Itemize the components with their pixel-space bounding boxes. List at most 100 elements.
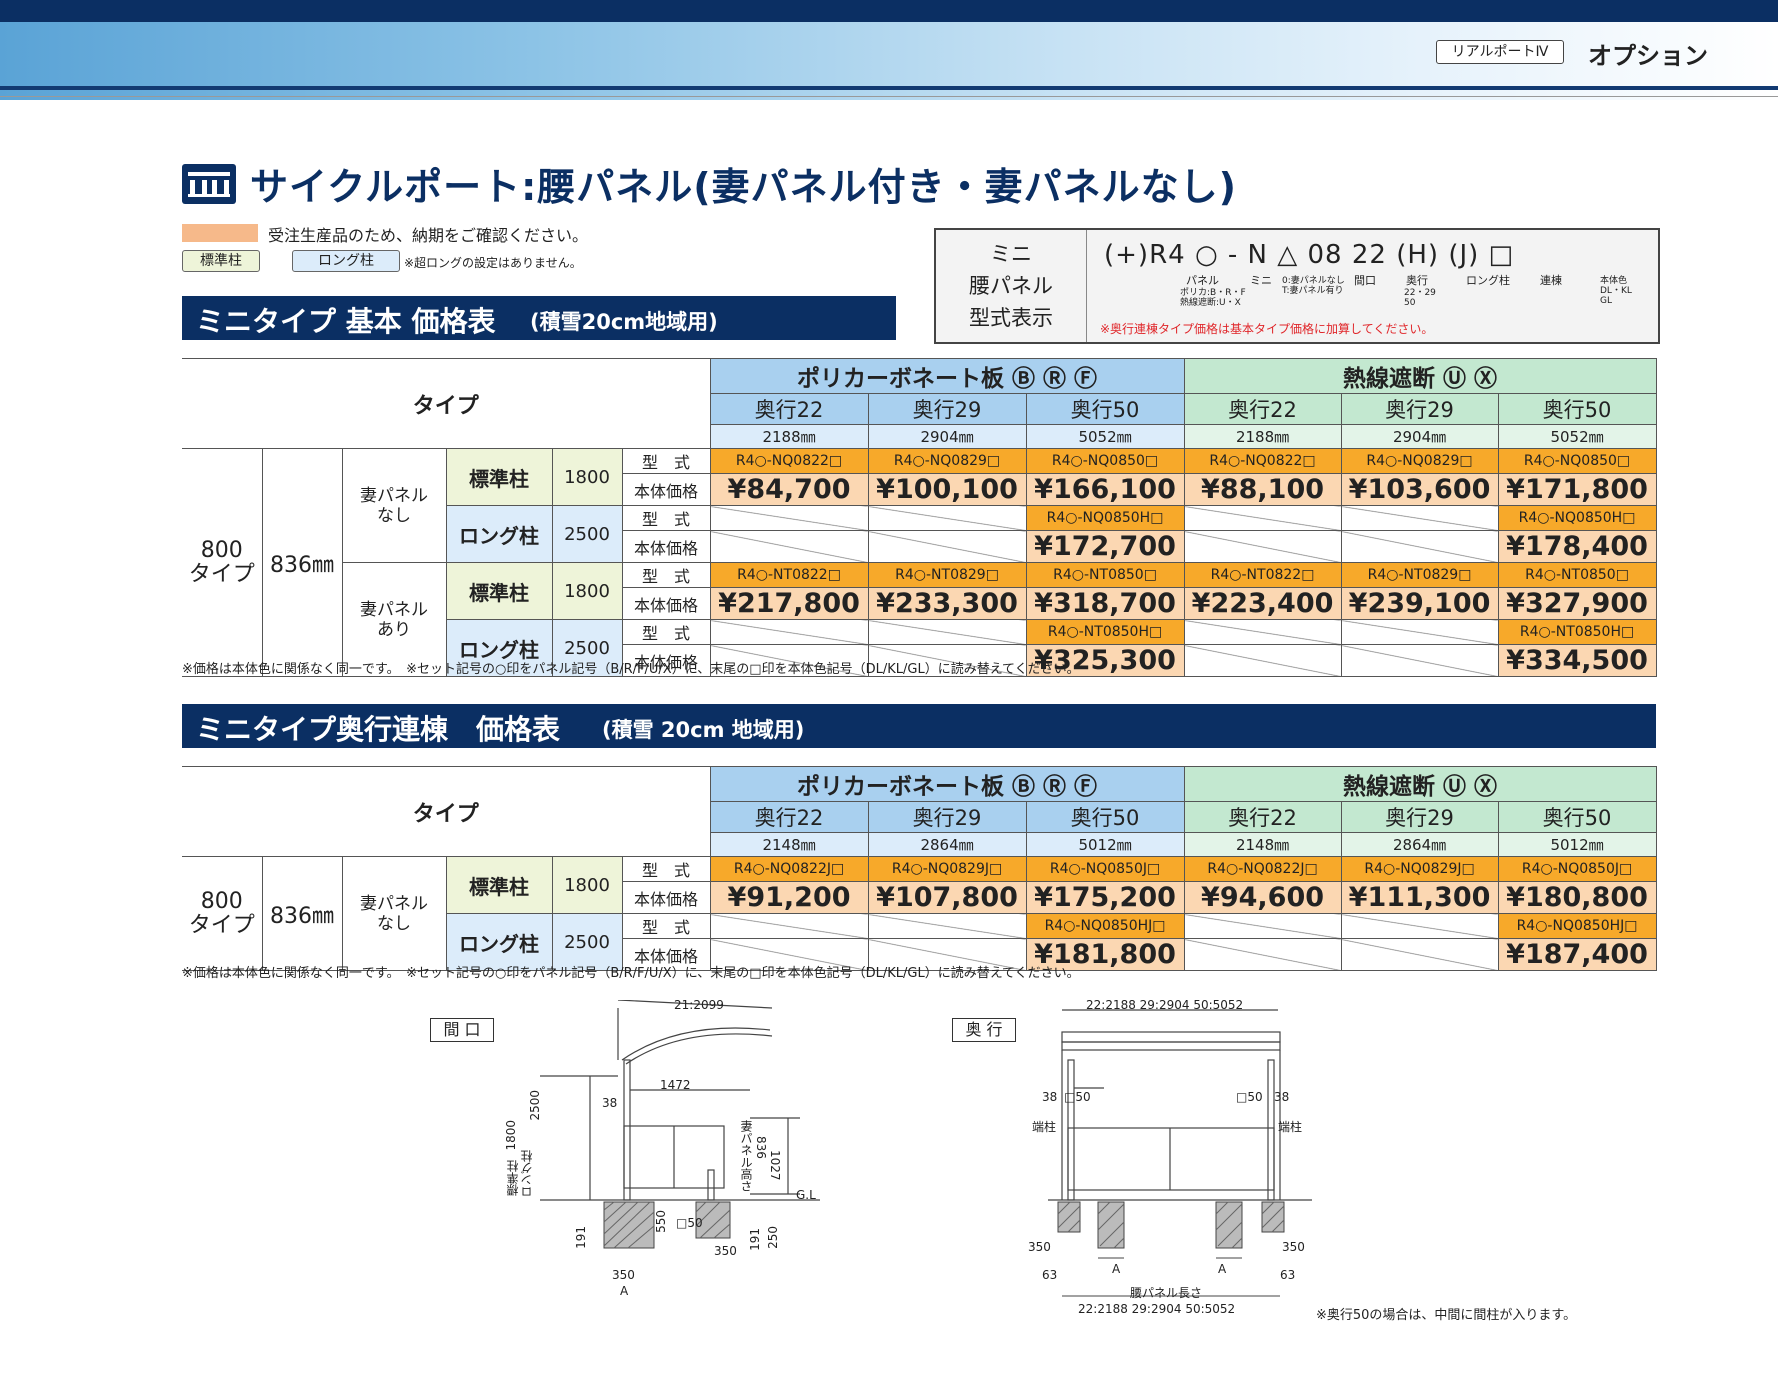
- model-code: (+)R4 ○ - N △ 08 22 (H) (J) □: [1104, 240, 1515, 270]
- label-model: 型 式: [621, 619, 711, 645]
- type-width: 800 タイプ: [182, 856, 263, 971]
- header-line-thin: [0, 96, 1778, 97]
- empty-cell: [1340, 505, 1499, 531]
- empty-cell: [709, 913, 869, 939]
- model-cell: R4○-NT0829□: [1340, 562, 1499, 588]
- depth-header: 奥行22: [1183, 393, 1342, 425]
- legend-note: ※超ロングの設定はありません。: [404, 256, 582, 270]
- type-width: 800 タイプ: [182, 448, 263, 677]
- dim-front-f5: 250: [766, 1226, 780, 1249]
- model-label-line: 型式表示: [969, 306, 1053, 330]
- price-cell: ¥91,200: [709, 881, 869, 914]
- model-cell: R4○-NQ0850HJ□: [1025, 913, 1185, 939]
- poly-header: ポリカーボネート板 Ⓑ Ⓡ Ⓕ: [709, 766, 1185, 802]
- depth-header: 奥行29: [1340, 801, 1499, 833]
- model-sub-panel-detail: ポリカ:B・R・F: [1180, 288, 1246, 298]
- type-width-label: タイプ: [188, 561, 255, 587]
- empty-cell: [1183, 505, 1342, 531]
- model-sub-renmune: 連棟: [1540, 274, 1562, 287]
- model-cell: R4○-NT0850□: [1025, 562, 1185, 588]
- depth-mm: 2188㎜: [1183, 424, 1342, 449]
- price-cell: ¥172,700: [1025, 530, 1185, 563]
- depth-mm: 2188㎜: [709, 424, 869, 449]
- model-cell: R4○-NT0829□: [867, 562, 1027, 588]
- type-width-value: 800: [200, 888, 243, 914]
- depth-header: 奥行50: [1025, 393, 1185, 425]
- empty-cell: [867, 619, 1027, 645]
- dim-front-top: 21:2099: [674, 998, 724, 1012]
- dim-front-f1: 191: [574, 1226, 588, 1249]
- section-bar-basic: ミニタイプ 基本 価格表 (積雪20cm地域用): [182, 296, 896, 340]
- header-line: [0, 86, 1778, 90]
- dim-side-b63l: 63: [1042, 1268, 1058, 1282]
- pillar-standard: 標準柱: [445, 562, 553, 620]
- dim-side-end-l: 端柱: [1032, 1120, 1057, 1134]
- price-cell: ¥180,800: [1497, 881, 1657, 914]
- empty-cell: [709, 505, 869, 531]
- dim-side-l38: 38: [1042, 1090, 1058, 1104]
- model-cell: R4○-NQ0822□: [709, 448, 869, 474]
- pillar-height: 2500: [551, 505, 623, 563]
- table2-footnote: ※価格は本体色に関係なく同一です。 ※セット記号の○印をパネル記号（B/R/F/…: [182, 966, 1080, 981]
- empty-cell: [1340, 644, 1499, 677]
- price-cell: ¥223,400: [1183, 587, 1342, 620]
- dim-front-f3: □50: [676, 1216, 703, 1230]
- dim-front-panel-h: 836: [754, 1136, 768, 1159]
- legend-swatch-made-to-order: [182, 224, 258, 242]
- model-cell: R4○-NT0850□: [1497, 562, 1657, 588]
- type-header: タイプ: [182, 766, 711, 857]
- label-model: 型 式: [621, 448, 711, 474]
- dim-side-top: 22:2188 29:2904 50:5052: [1086, 998, 1244, 1012]
- dim-front-h1: 1800: [504, 1120, 518, 1151]
- model-cell: R4○-NQ0850J□: [1025, 856, 1185, 882]
- pillar-standard: 標準柱: [445, 448, 553, 506]
- heat-header: 熱線遮断 Ⓤ Ⓧ: [1183, 358, 1657, 394]
- type-height: 836㎜: [261, 856, 343, 971]
- depth-mm: 5012㎜: [1025, 832, 1185, 857]
- panel-none-label: 妻パネル: [360, 485, 428, 506]
- dim-front-f4: 191: [748, 1228, 762, 1251]
- dim-front-panel-label: 妻パネル高さ: [739, 1120, 753, 1192]
- model-cell: R4○-NQ0822J□: [1183, 856, 1342, 882]
- price-cell: ¥107,800: [867, 881, 1027, 914]
- model-sub-tri: 0:妻パネルなし: [1282, 276, 1345, 286]
- price-cell: ¥94,600: [1183, 881, 1342, 914]
- depth-mm: 5012㎜: [1497, 832, 1657, 857]
- dim-front-h3: 1027: [768, 1150, 782, 1181]
- model-sub-depth-vals2: 50: [1404, 298, 1416, 308]
- pillar-standard: 標準柱: [445, 856, 553, 914]
- depth-mm: 2904㎜: [867, 424, 1027, 449]
- empty-cell: [1183, 644, 1342, 677]
- empty-cell: [867, 505, 1027, 531]
- model-code-box: ミニ 腰パネル 型式表示 (+)R4 ○ - N △ 08 22 (H) (J)…: [934, 228, 1660, 344]
- model-sub-color-vals2: GL: [1600, 296, 1612, 306]
- dim-side-b350l: 350: [1028, 1240, 1051, 1254]
- page-title: サイクルポート:腰パネル(妻パネル付き・妻パネルなし): [250, 165, 1238, 209]
- dim-front-post: 38: [602, 1096, 618, 1110]
- dim-side-panel-len: 腰パネル長さ: [1130, 1286, 1203, 1300]
- depth-header: 奥行29: [1340, 393, 1499, 425]
- side-elevation-drawing: [1048, 1009, 1312, 1297]
- panel-with-label: 妻パネル: [360, 599, 428, 620]
- depth-mm: 2864㎜: [1340, 832, 1499, 857]
- empty-cell: [1183, 938, 1342, 971]
- price-table-renmune: タイプ ポリカーボネート板 Ⓑ Ⓡ Ⓕ 熱線遮断 Ⓤ Ⓧ 奥行22 奥行29 奥…: [182, 766, 1657, 971]
- price-cell: ¥103,600: [1340, 473, 1499, 506]
- panel-none: 妻パネル なし: [341, 856, 447, 971]
- panel-none: 妻パネル なし: [341, 448, 447, 563]
- section-title: ミニタイプ 基本 価格表: [196, 305, 496, 338]
- depth-mm: 2148㎜: [1183, 832, 1342, 857]
- empty-cell: [1183, 530, 1342, 563]
- dim-front-long: ロング柱: [520, 1150, 534, 1198]
- panel-with-label2: あり: [377, 619, 411, 640]
- empty-cell: [1340, 913, 1499, 939]
- type-height: 836㎜: [261, 448, 343, 677]
- model-cell: R4○-NQ0822□: [1183, 448, 1342, 474]
- price-cell: ¥327,900: [1497, 587, 1657, 620]
- drawing-side-label: 奥 行: [952, 1018, 1016, 1042]
- dim-front-f7: 350: [612, 1268, 635, 1282]
- empty-cell: [1340, 619, 1499, 645]
- dim-side-r50: □50: [1236, 1090, 1263, 1104]
- label-model: 型 式: [621, 856, 711, 882]
- price-cell: ¥178,400: [1497, 530, 1657, 563]
